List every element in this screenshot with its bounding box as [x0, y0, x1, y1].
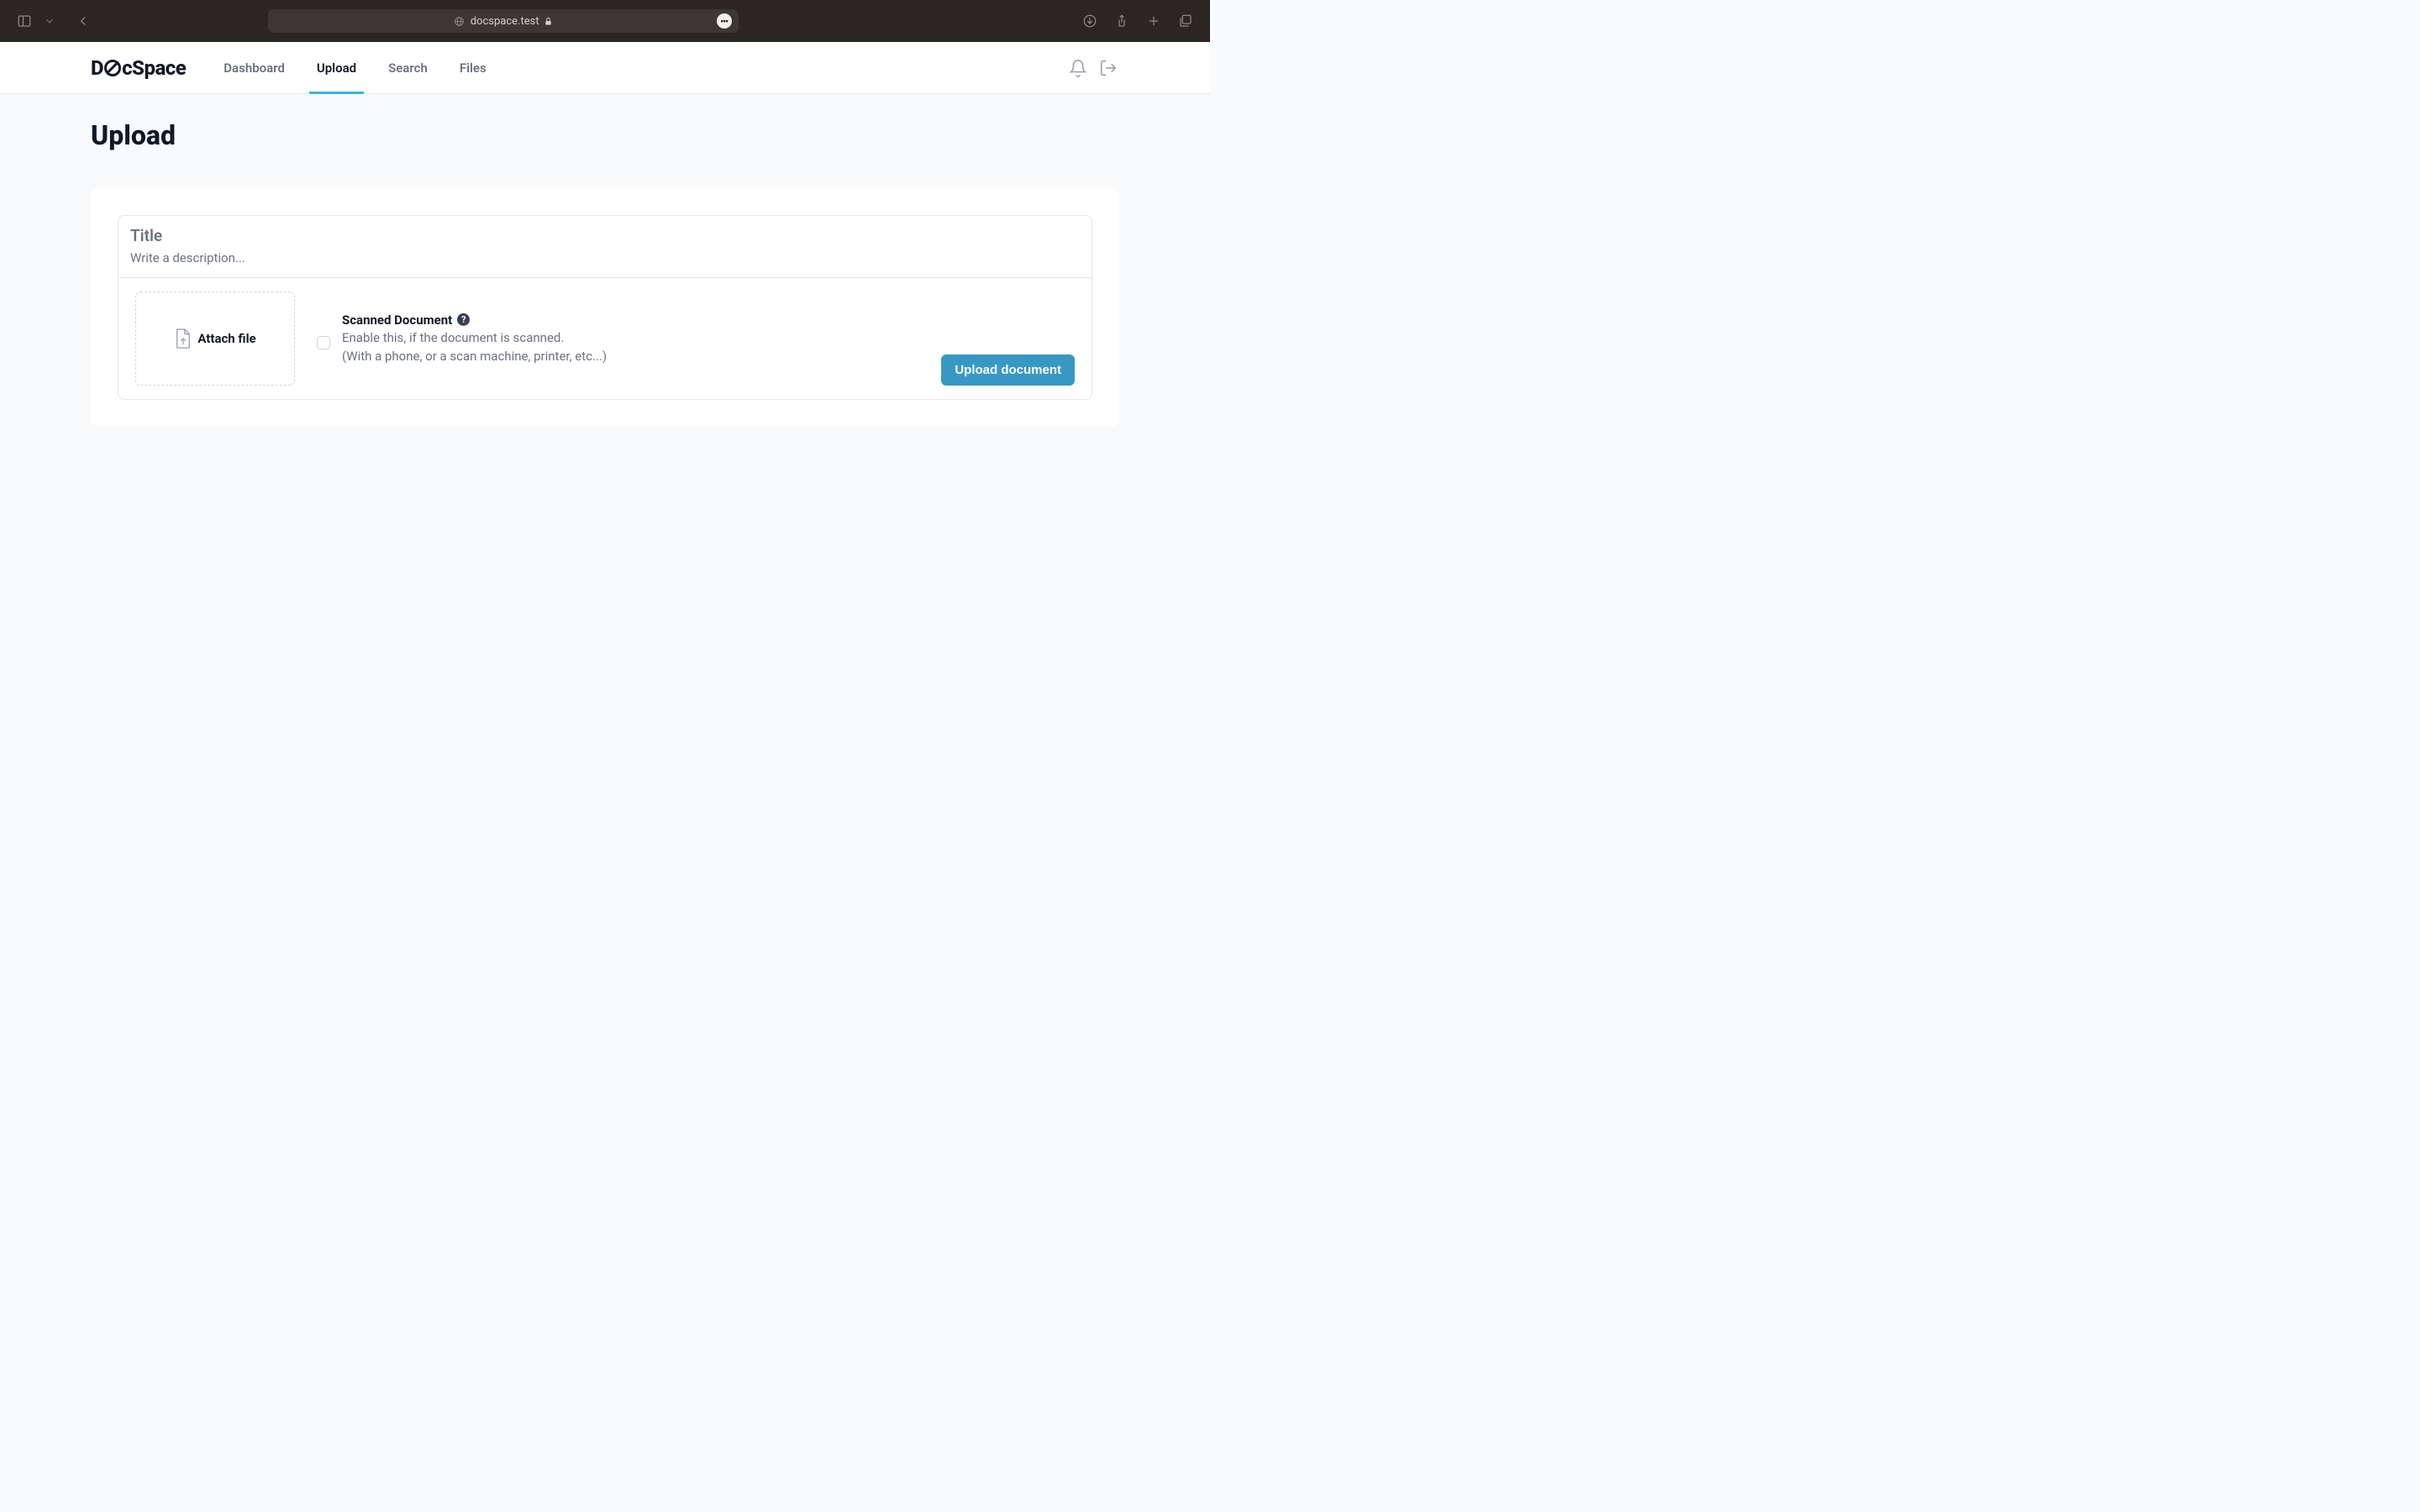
sidebar-toggle-icon[interactable]: [17, 13, 32, 29]
url-bar[interactable]: docspace.test •••: [268, 9, 739, 33]
scanned-texts: Scanned Document ? Enable this, if the d…: [342, 312, 607, 365]
form-bottom: Attach file Scanned Document ? Enable th…: [118, 278, 1092, 399]
form-top: [118, 216, 1092, 278]
nav-label: Dashboard: [224, 60, 285, 76]
browser-controls-left: [17, 13, 91, 29]
more-icon[interactable]: •••: [717, 13, 732, 29]
nav-item-files[interactable]: Files: [444, 42, 502, 93]
logo[interactable]: D cSpace: [91, 56, 186, 80]
nav-item-dashboard[interactable]: Dashboard: [208, 42, 301, 93]
main-nav: Dashboard Upload Search Files: [208, 42, 502, 93]
header-actions: [1069, 59, 1118, 77]
logout-icon[interactable]: [1099, 59, 1118, 77]
app-header: D cSpace Dashboard Upload Search Files: [0, 42, 1210, 94]
lock-icon: [544, 17, 553, 26]
scanned-desc-line1: Enable this, if the document is scanned.: [342, 329, 607, 346]
plus-icon[interactable]: [1146, 13, 1161, 29]
back-icon[interactable]: [76, 13, 91, 29]
browser-chrome: docspace.test •••: [0, 0, 1210, 42]
tabs-icon[interactable]: [1178, 13, 1193, 29]
scanned-checkbox-area: Scanned Document ? Enable this, if the d…: [317, 312, 919, 365]
url-text: docspace.test: [471, 15, 539, 28]
help-icon[interactable]: ?: [457, 313, 470, 326]
logo-text-right: cSpace: [122, 56, 186, 80]
file-upload-icon: [174, 328, 192, 349]
description-input[interactable]: [130, 250, 1080, 265]
dropzone-label: Attach file: [197, 331, 255, 346]
page-title: Upload: [91, 119, 1119, 151]
nav-label: Files: [460, 60, 487, 76]
logo-o-icon: [104, 60, 121, 76]
logo-text-left: D: [91, 56, 103, 80]
globe-icon: [454, 16, 465, 27]
nav-label: Upload: [317, 60, 356, 76]
share-icon[interactable]: [1114, 13, 1129, 29]
upload-card: Attach file Scanned Document ? Enable th…: [91, 188, 1119, 427]
scanned-checkbox[interactable]: [317, 336, 330, 349]
page-content: Upload Attach file: [0, 94, 1210, 452]
nav-item-upload[interactable]: Upload: [301, 42, 372, 93]
scanned-desc-line2: (With a phone, or a scan machine, printe…: [342, 348, 607, 365]
chevron-down-icon[interactable]: [44, 15, 55, 27]
nav-label: Search: [388, 60, 428, 76]
nav-item-search[interactable]: Search: [372, 42, 444, 93]
upload-form-panel: Attach file Scanned Document ? Enable th…: [118, 215, 1092, 400]
bell-icon[interactable]: [1069, 59, 1087, 77]
download-icon[interactable]: [1082, 13, 1097, 29]
title-input[interactable]: [130, 226, 1080, 245]
browser-controls-right: [1082, 13, 1193, 29]
upload-document-button[interactable]: Upload document: [941, 354, 1075, 386]
file-dropzone[interactable]: Attach file: [135, 291, 295, 386]
scanned-title-text: Scanned Document: [342, 312, 452, 328]
scanned-title: Scanned Document ?: [342, 312, 607, 328]
